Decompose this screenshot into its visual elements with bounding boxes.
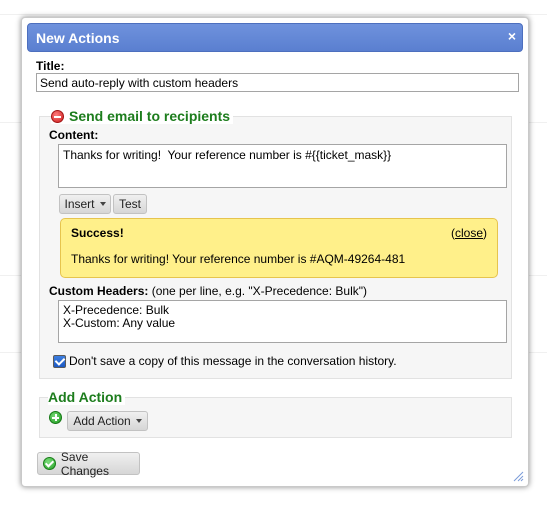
insert-dropdown-button[interactable]: Insert (59, 194, 111, 214)
insert-button-label: Insert (64, 197, 95, 211)
add-circle-icon[interactable] (49, 411, 62, 424)
content-label: Content: (49, 128, 99, 142)
title-input[interactable]: Send auto-reply with custom headers (36, 73, 519, 92)
success-close-link[interactable]: close (455, 226, 483, 240)
custom-headers-textarea[interactable]: X-Precedence: Bulk X-Custom: Any value (58, 300, 507, 343)
new-actions-dialog: New Actions × Title: Send auto-reply wit… (21, 17, 529, 487)
custom-headers-hint: (one per line, e.g. "X-Precedence: Bulk"… (148, 284, 367, 298)
close-icon[interactable]: × (508, 28, 516, 44)
success-message: Thanks for writing! Your reference numbe… (71, 252, 406, 266)
custom-headers-label: Custom Headers: (49, 284, 149, 298)
background-line (0, 14, 547, 15)
no-copy-label: Don't save a copy of this message in the… (69, 354, 397, 368)
success-close-end: ) (483, 226, 487, 240)
check-circle-icon (43, 457, 56, 470)
dialog-titlebar[interactable]: New Actions × (27, 23, 523, 52)
send-email-legend-text: Send email to recipients (69, 108, 231, 124)
caret-down-icon (135, 419, 142, 423)
add-action-button-label: Add Action (73, 414, 131, 428)
test-button[interactable]: Test (113, 194, 147, 214)
resize-handle-icon[interactable] (512, 470, 524, 482)
success-title: Success! (71, 226, 124, 240)
caret-down-icon (99, 202, 106, 206)
add-action-legend: Add Action (48, 389, 126, 405)
remove-circle-icon[interactable] (51, 109, 64, 123)
send-email-legend: Send email to recipients (51, 108, 234, 124)
add-action-legend-text: Add Action (48, 389, 123, 405)
custom-headers-label-row: Custom Headers: (one per line, e.g. "X-P… (49, 284, 367, 298)
save-changes-button[interactable]: Save Changes (37, 449, 140, 478)
success-message-box: Success! (close) Thanks for writing! You… (60, 218, 498, 278)
save-changes-label: Save Changes (60, 449, 109, 478)
success-close: (close) (451, 226, 487, 240)
no-copy-checkbox[interactable] (53, 355, 66, 368)
add-action-button[interactable]: Add Action (67, 411, 148, 431)
title-label: Title: (36, 59, 65, 73)
content-textarea[interactable]: Thanks for writing! Your reference numbe… (58, 144, 507, 188)
test-button-label: Test (118, 197, 141, 211)
dialog-title: New Actions (36, 30, 120, 46)
